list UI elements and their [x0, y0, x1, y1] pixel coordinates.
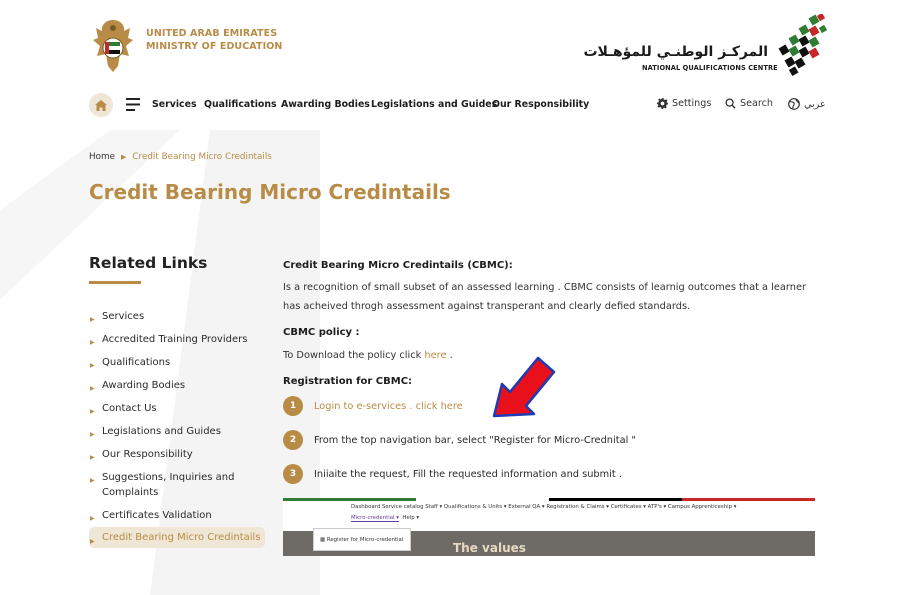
language-label: عربي — [804, 98, 826, 110]
language-switch[interactable]: عربي — [788, 98, 826, 110]
gear-icon — [657, 98, 668, 109]
page-title: Credit Bearing Micro Credintails — [89, 180, 451, 204]
annotation-arrow-icon — [492, 356, 556, 418]
nqc-logo — [778, 14, 828, 76]
chevron-right-icon: ▶ — [90, 431, 95, 438]
sidebar-link[interactable]: ▶ Certificates Validation — [89, 504, 265, 527]
sidebar-link[interactable]: ▶ Legislations and Guides — [89, 420, 265, 443]
chevron-right-icon: ▶ — [120, 153, 127, 161]
sidebar-link[interactable]: ▶ Credit Bearing Micro Credintails — [89, 527, 265, 548]
portal-menu-row-2: Micro-credential ▾ Help ▾ — [351, 515, 420, 522]
step-text: Iniiaite the request, Fill the requested… — [314, 468, 622, 480]
sidebar-link-label: Suggestions, Inquiries and Complaints — [102, 472, 235, 498]
step-text: From the top navigation bar, select "Reg… — [314, 434, 636, 446]
search-label: Search — [740, 98, 773, 109]
sidebar-link-label: Awarding Bodies — [102, 380, 186, 391]
chevron-right-icon: ▶ — [90, 515, 95, 522]
chevron-right-icon: ▶ — [90, 538, 95, 545]
nav-item-legislations[interactable]: Legislations and Guides — [371, 99, 497, 110]
home-button[interactable] — [89, 93, 113, 117]
globe-icon — [788, 98, 800, 110]
heading-underline — [89, 281, 141, 284]
search-icon — [725, 98, 736, 109]
help-menu: Help ▾ — [402, 515, 420, 521]
nav-item-qualifications[interactable]: Qualifications — [204, 99, 277, 110]
related-links-heading: Related Links — [89, 254, 208, 272]
sidebar-link[interactable]: ▶ Suggestions, Inquiries and Complaints — [89, 466, 265, 504]
policy-heading: CBMC policy : — [283, 327, 360, 338]
sidebar-link[interactable]: ▶ Awarding Bodies — [89, 374, 265, 397]
e-services-screenshot: Dashboard Service catalog Staff ▾ Qualif… — [283, 498, 815, 556]
registration-step-1: 1 Login to e-services . click here — [283, 396, 463, 416]
ministry-name: UNITED ARAB EMIRATES MINISTRY OF EDUCATI… — [146, 27, 282, 53]
ministry-line-1: UNITED ARAB EMIRATES — [146, 28, 278, 39]
nqc-arabic-name: المركـز الوطنـي للمؤهـلات — [583, 44, 768, 60]
sidebar-link[interactable]: ▶ Accredited Training Providers — [89, 328, 265, 351]
nqc-english-name: NATIONAL QUALIFICATIONS CENTRE — [642, 64, 778, 72]
breadcrumb: Home ▶ Credit Bearing Micro Credintails — [89, 152, 272, 162]
cbmc-definition-heading: Credit Bearing Micro Credintails (CBMC): — [283, 260, 513, 271]
step-number-badge: 3 — [283, 464, 303, 484]
registration-step-3: 3 Iniiaite the request, Fill the request… — [283, 464, 622, 484]
home-icon — [95, 99, 107, 111]
breadcrumb-home[interactable]: Home — [89, 152, 115, 162]
chevron-right-icon: ▶ — [90, 454, 95, 461]
sidebar-link-label: Our Responsibility — [102, 449, 193, 460]
uae-emblem-logo — [93, 20, 133, 72]
flag-stripe — [283, 498, 815, 501]
sidebar-link[interactable]: ▶ Qualifications — [89, 351, 265, 374]
chevron-right-icon: ▶ — [90, 339, 95, 346]
sidebar-link-label: Certificates Validation — [102, 510, 212, 521]
sidebar-link[interactable]: ▶ Services — [89, 305, 265, 328]
micro-credential-menu: Micro-credential ▾ — [351, 515, 399, 522]
portal-dropdown: ▦ Register for Micro-credential — [313, 528, 411, 551]
sidebar-link[interactable]: ▶ Our Responsibility — [89, 443, 265, 466]
breadcrumb-current: Credit Bearing Micro Credintails — [132, 152, 272, 162]
registration-heading: Registration for CBMC: — [283, 376, 413, 387]
nav-item-responsibility[interactable]: Our Responsibility — [492, 99, 589, 110]
chevron-right-icon: ▶ — [90, 362, 95, 369]
policy-text-lead: To Download the policy click — [283, 350, 425, 361]
policy-download-link[interactable]: here — [424, 350, 446, 361]
portal-menu-row: Dashboard Service catalog Staff ▾ Qualif… — [351, 504, 737, 510]
policy-text-end: . — [446, 350, 453, 361]
sidebar-link-label: Qualifications — [102, 357, 171, 368]
search-link[interactable]: Search — [725, 98, 773, 109]
settings-link[interactable]: Settings — [657, 98, 711, 109]
register-micro-credential-item: Register for Micro-credential — [326, 537, 404, 543]
sidebar-link-label: Credit Bearing Micro Credintails — [102, 532, 261, 543]
cbmc-definition-text: Is a recognition of small subset of an a… — [283, 282, 807, 312]
ministry-line-2: MINISTRY OF EDUCATION — [146, 41, 283, 52]
nav-item-services[interactable]: Services — [152, 99, 197, 110]
settings-label: Settings — [672, 98, 712, 109]
chevron-right-icon: ▶ — [90, 316, 95, 323]
sidebar-link-label: Contact Us — [102, 403, 157, 414]
registration-step-2: 2 From the top navigation bar, select "R… — [283, 430, 636, 450]
chevron-right-icon: ▶ — [90, 385, 95, 392]
main-navigation: Services Qualifications Awarding Bodies … — [0, 90, 912, 120]
sidebar-link-label: Accredited Training Providers — [102, 334, 248, 345]
sidebar-link-label: Services — [102, 311, 145, 322]
e-services-login-link[interactable]: Login to e-services . click here — [314, 401, 463, 412]
menu-icon[interactable] — [126, 98, 140, 111]
portal-banner-text: The values — [453, 541, 526, 555]
sidebar-link[interactable]: ▶ Contact Us — [89, 397, 265, 420]
chevron-right-icon: ▶ — [90, 477, 95, 484]
step-number-badge: 2 — [283, 430, 303, 450]
step-number-badge: 1 — [283, 396, 303, 416]
site-header: UNITED ARAB EMIRATES MINISTRY OF EDUCATI… — [0, 0, 912, 82]
nav-item-awarding-bodies[interactable]: Awarding Bodies — [281, 99, 370, 110]
related-links-list: ▶ Services ▶ Accredited Training Providers ▶… — [89, 305, 265, 548]
chevron-right-icon: ▶ — [90, 408, 95, 415]
calendar-icon: ▦ — [320, 537, 326, 543]
policy-text: To Download the policy click here . — [283, 346, 453, 365]
sidebar-link-label: Legislations and Guides — [102, 426, 221, 437]
